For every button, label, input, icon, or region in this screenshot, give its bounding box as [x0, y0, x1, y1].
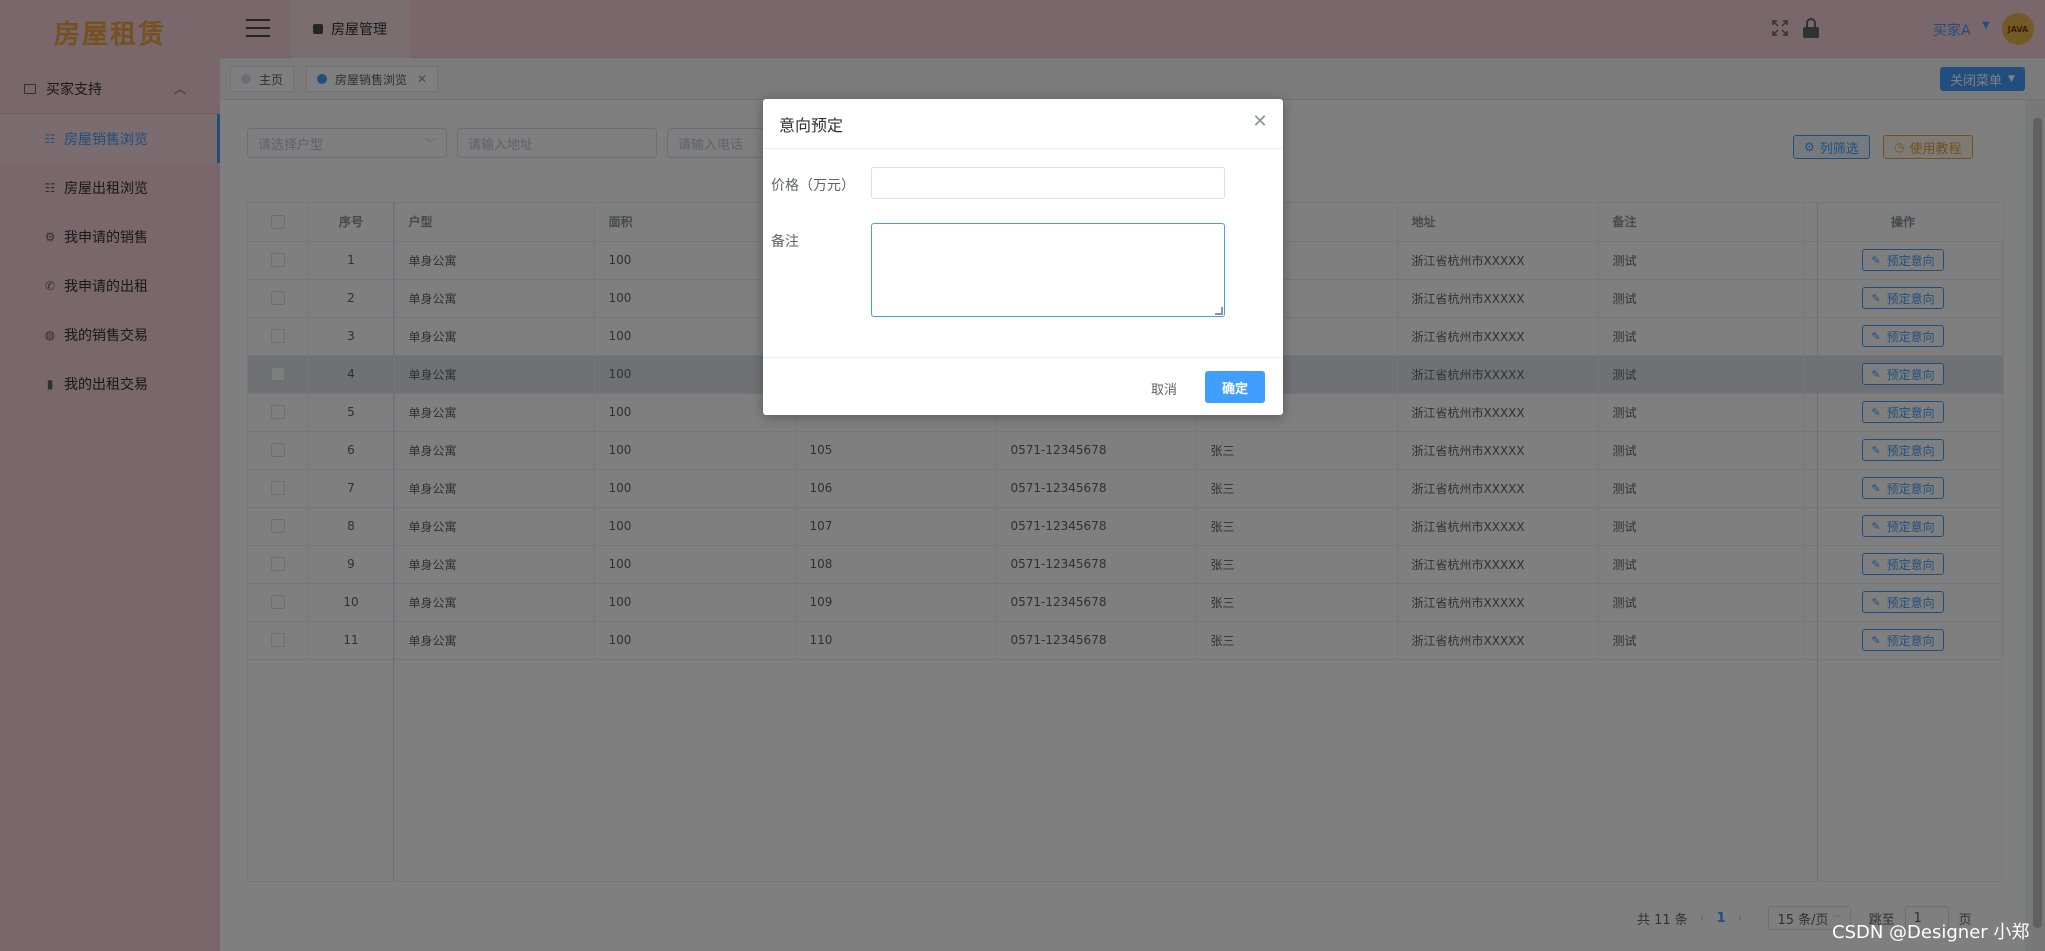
dialog-footer: 取消 确定 — [763, 357, 1283, 415]
confirm-button[interactable]: 确定 — [1205, 371, 1265, 403]
price-input[interactable] — [871, 167, 1225, 199]
watermark: CSDN @Designer 小郑 — [1832, 922, 2030, 943]
price-label: 价格（万元） — [771, 178, 855, 194]
resize-handle-icon[interactable] — [1215, 307, 1223, 315]
price-form-row: 价格（万元） — [771, 167, 1225, 199]
dialog-title: 意向预定 — [763, 99, 1283, 149]
cancel-button[interactable]: 取消 — [1143, 373, 1185, 403]
note-textarea[interactable] — [871, 223, 1225, 317]
intent-reservation-dialog: 意向预定 ✕ 价格（万元） 备注 取消 确定 — [763, 99, 1283, 415]
note-label: 备注 — [771, 234, 799, 250]
note-form-row: 备注 — [771, 223, 1225, 317]
close-icon[interactable]: ✕ — [1251, 113, 1269, 131]
